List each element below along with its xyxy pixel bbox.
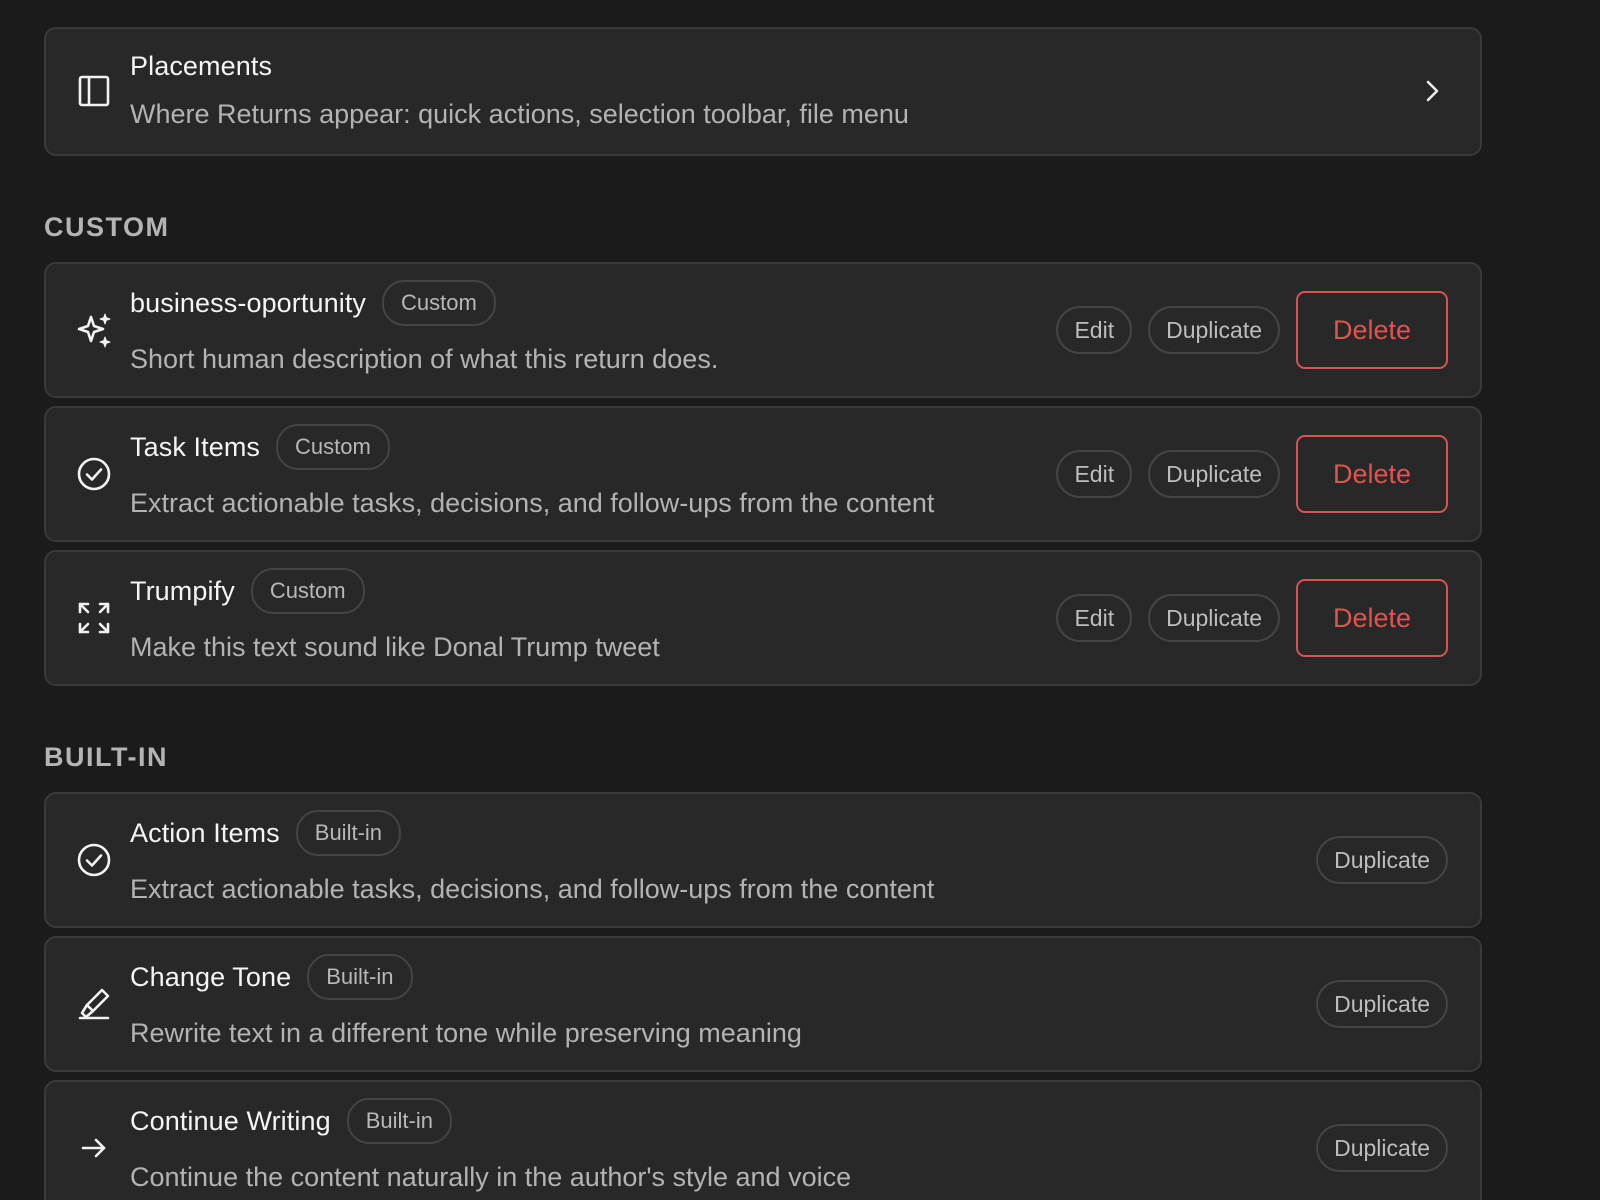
placements-title: Placements [130, 51, 273, 81]
edit-button[interactable]: Edit [1056, 450, 1133, 498]
arrow-right-icon [76, 1130, 112, 1166]
duplicate-button[interactable]: Duplicate [1316, 1124, 1448, 1172]
item-description: Rewrite text in a different tone while p… [130, 1018, 802, 1048]
check-circle-icon [76, 456, 112, 492]
item-title: business-oportunity [130, 287, 367, 318]
delete-button[interactable]: Delete [1296, 435, 1448, 513]
item-title: Action Items [130, 817, 280, 848]
item-title: Change Tone [130, 961, 292, 992]
edit-button[interactable]: Edit [1056, 594, 1133, 642]
duplicate-button[interactable]: Duplicate [1148, 306, 1280, 354]
expand-arrows-icon [76, 600, 112, 636]
highlighter-icon [76, 986, 112, 1022]
item-title: Trumpify [130, 575, 235, 606]
item-description: Short human description of what this ret… [130, 344, 719, 374]
item-description: Continue the content naturally in the au… [130, 1162, 852, 1192]
list-item: Continue Writing Built-in Continue the c… [44, 1080, 1482, 1200]
item-badge: Custom [382, 280, 496, 326]
item-badge: Built-in [307, 954, 413, 1000]
placements-description: Where Returns appear: quick actions, sel… [130, 99, 909, 129]
item-badge: Custom [250, 568, 365, 614]
section-label-builtin: BUILT-IN [44, 742, 168, 772]
item-badge: Built-in [346, 1098, 452, 1144]
sidebar-panel-icon [76, 73, 112, 109]
edit-button[interactable]: Edit [1056, 306, 1133, 354]
section-label-custom: CUSTOM [44, 212, 170, 242]
list-item: Task Items Custom Extract actionable tas… [44, 406, 1482, 542]
item-description: Make this text sound like Donal Trump tw… [130, 632, 660, 662]
item-title: Task Items [130, 431, 261, 462]
duplicate-button[interactable]: Duplicate [1148, 450, 1280, 498]
duplicate-button[interactable]: Duplicate [1148, 594, 1280, 642]
list-item: business-oportunity Custom Short human d… [44, 262, 1482, 398]
delete-button[interactable]: Delete [1296, 579, 1448, 657]
check-circle-icon [76, 842, 112, 878]
item-title: Continue Writing [130, 1105, 331, 1136]
item-description: Extract actionable tasks, decisions, and… [130, 488, 935, 518]
delete-button[interactable]: Delete [1296, 291, 1448, 369]
returns-settings-page: Placements Where Returns appear: quick a… [0, 0, 1600, 1200]
duplicate-button[interactable]: Duplicate [1316, 836, 1448, 884]
sparkles-icon [76, 312, 112, 348]
chevron-right-icon[interactable] [1418, 77, 1446, 105]
item-badge: Built-in [295, 810, 402, 856]
list-item: Trumpify Custom Make this text sound lik… [44, 550, 1482, 686]
list-item: Action Items Built-in Extract actionable… [44, 792, 1482, 928]
placements-card[interactable]: Placements Where Returns appear: quick a… [44, 27, 1482, 156]
item-badge: Custom [276, 424, 390, 470]
item-description: Extract actionable tasks, decisions, and… [130, 874, 935, 904]
list-item: Change Tone Built-in Rewrite text in a d… [44, 936, 1482, 1072]
duplicate-button[interactable]: Duplicate [1316, 980, 1448, 1028]
